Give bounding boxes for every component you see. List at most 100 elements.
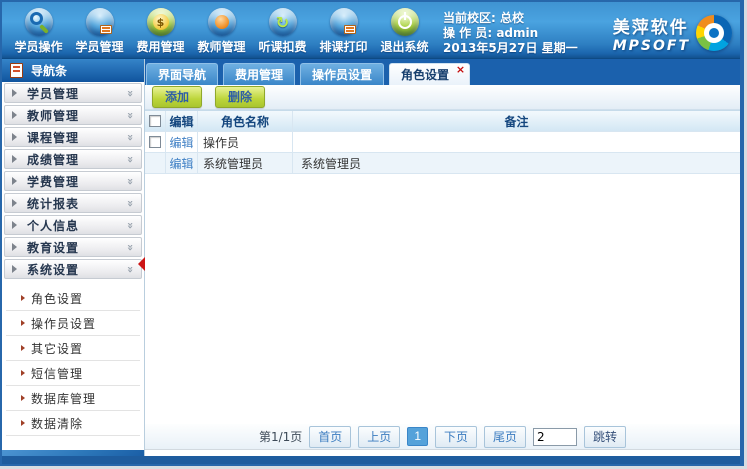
table-header-row: 编辑 角色名称 备注 xyxy=(145,110,740,132)
sidebar-item-statistics-report[interactable]: 统计报表 » xyxy=(4,193,142,213)
chevron-double-icon: » xyxy=(124,155,137,162)
toolbar-item-fee-manage[interactable]: $ 费用管理 xyxy=(130,6,191,58)
edit-link[interactable]: 编辑 xyxy=(169,134,193,151)
current-operator: 操 作 员: admin xyxy=(443,26,578,41)
toolbar-item-student-operate[interactable]: 学员操作 xyxy=(8,6,69,58)
tab-fee-manage[interactable]: 费用管理 xyxy=(223,63,295,85)
table-row: 编辑 操作员 xyxy=(145,132,740,153)
jump-page-input[interactable] xyxy=(533,428,577,446)
arrow-right-icon xyxy=(21,345,25,351)
sidebar-subitem-operator-settings[interactable]: 操作员设置 xyxy=(6,311,140,336)
student-manage-icon xyxy=(86,8,114,36)
row-checkbox[interactable] xyxy=(149,136,161,148)
action-toolbar: 添加 删除 xyxy=(145,85,740,110)
row-check-cell xyxy=(145,153,166,173)
sidebar-item-tuition-manage[interactable]: 学费管理 » xyxy=(4,171,142,191)
attend-deduct-icon: ↻ xyxy=(269,8,297,36)
brand-name-en: MPSOFT xyxy=(613,38,690,54)
arrow-right-icon xyxy=(12,265,17,273)
last-page-button[interactable]: 尾页 xyxy=(484,426,526,448)
arrow-right-icon xyxy=(21,320,25,326)
edit-cell: 编辑 xyxy=(166,153,198,173)
arrow-right-icon xyxy=(21,370,25,376)
sidebar-subitem-role-settings[interactable]: 角色设置 xyxy=(6,286,140,311)
arrow-right-icon xyxy=(12,177,17,185)
sidebar-item-education-settings[interactable]: 教育设置 » xyxy=(4,237,142,257)
current-page-button[interactable]: 1 xyxy=(407,427,428,446)
tab-interface-nav[interactable]: 界面导航 xyxy=(146,63,218,85)
edit-link[interactable]: 编辑 xyxy=(169,155,193,172)
delete-button[interactable]: 删除 xyxy=(215,86,265,108)
first-page-button[interactable]: 首页 xyxy=(309,426,351,448)
session-info: 当前校区: 总校 操 作 员: admin 2013年5月27日 星期一 xyxy=(443,2,578,58)
arrow-right-icon xyxy=(12,89,17,97)
sidebar-item-score-manage[interactable]: 成绩管理 » xyxy=(4,149,142,169)
edit-column-header: 编辑 xyxy=(166,111,198,131)
toolbar-item-teacher-manage[interactable]: 教师管理 xyxy=(191,6,252,58)
select-all-cell xyxy=(145,111,166,131)
toolbar-item-label: 费用管理 xyxy=(136,38,184,55)
arrow-right-icon xyxy=(21,395,25,401)
toolbar-item-logout[interactable]: 退出系统 xyxy=(374,6,435,58)
fee-manage-icon: $ xyxy=(147,8,175,36)
sidebar-item-system-settings[interactable]: 系统设置 » xyxy=(4,259,142,279)
toolbar-item-label: 教师管理 xyxy=(197,38,245,55)
remark-cell: 系统管理员 xyxy=(293,153,740,173)
table-empty-area xyxy=(145,174,740,424)
top-header: 学员操作 学员管理 $ 费用管理 教师管理 ↻ 听课扣费 xyxy=(2,2,740,59)
sidebar-subitem-data-clear[interactable]: 数据清除 xyxy=(6,411,140,436)
chevron-double-icon: » xyxy=(124,177,137,184)
arrow-right-icon xyxy=(21,420,25,426)
sidebar-background xyxy=(2,450,144,456)
main-area: 导航条 学员管理 » 教师管理 » 课程管理 » xyxy=(2,59,740,456)
select-all-checkbox[interactable] xyxy=(149,115,161,127)
page-info: 第1/1页 xyxy=(259,428,302,445)
arrow-right-icon xyxy=(12,155,17,163)
tab-operator-settings[interactable]: 操作员设置 xyxy=(300,63,384,85)
add-button[interactable]: 添加 xyxy=(152,86,202,108)
header-toolbar: 学员操作 学员管理 $ 费用管理 教师管理 ↻ 听课扣费 xyxy=(2,2,435,58)
toolbar-item-label: 听课扣费 xyxy=(258,38,306,55)
sidebar-title: 导航条 xyxy=(31,62,67,79)
sidebar-item-teacher-manage[interactable]: 教师管理 » xyxy=(4,105,142,125)
edit-cell: 编辑 xyxy=(166,132,198,152)
tab-role-settings[interactable]: 角色设置 × xyxy=(389,63,470,85)
prev-page-button[interactable]: 上页 xyxy=(358,426,400,448)
toolbar-item-attend-deduct[interactable]: ↻ 听课扣费 xyxy=(252,6,313,58)
chevron-double-icon: » xyxy=(124,89,137,96)
role-name-cell: 系统管理员 xyxy=(198,153,293,173)
sidebar-item-personal-info[interactable]: 个人信息 » xyxy=(4,215,142,235)
toolbar-item-schedule-print[interactable]: 排课打印 xyxy=(313,6,374,58)
remark-cell xyxy=(293,132,740,152)
brand-logo-text: 美萍软件 MPSOFT xyxy=(613,13,690,54)
next-page-button[interactable]: 下页 xyxy=(435,426,477,448)
current-date: 2013年5月27日 星期一 xyxy=(443,41,578,56)
toolbar-item-student-manage[interactable]: 学员管理 xyxy=(69,6,130,58)
role-table: 编辑 角色名称 备注 编辑 操作员 xyxy=(145,110,740,174)
chevron-double-icon: » xyxy=(124,265,137,272)
jump-button[interactable]: 跳转 xyxy=(584,426,626,448)
sidebar-subitem-database-manage[interactable]: 数据库管理 xyxy=(6,386,140,411)
teacher-manage-icon xyxy=(208,8,236,36)
chevron-double-icon: » xyxy=(124,199,137,206)
close-icon[interactable]: × xyxy=(456,64,465,75)
toolbar-item-label: 学员操作 xyxy=(14,38,62,55)
role-name-cell: 操作员 xyxy=(198,132,293,152)
tab-bar: 界面导航 费用管理 操作员设置 角色设置 × xyxy=(145,59,740,85)
sidebar-subitem-other-settings[interactable]: 其它设置 xyxy=(6,336,140,361)
brand-logo: 美萍软件 MPSOFT xyxy=(613,2,740,58)
chevron-double-icon: » xyxy=(124,243,137,250)
sidebar-item-student-manage[interactable]: 学员管理 » xyxy=(4,83,142,103)
sidebar-subitem-sms-manage[interactable]: 短信管理 xyxy=(6,361,140,386)
current-campus: 当前校区: 总校 xyxy=(443,11,578,26)
arrow-right-icon xyxy=(12,133,17,141)
navigation-icon xyxy=(10,63,23,78)
application-window: 学员操作 学员管理 $ 费用管理 教师管理 ↻ 听课扣费 xyxy=(0,0,747,469)
toolbar-item-label: 学员管理 xyxy=(75,38,123,55)
schedule-print-icon xyxy=(330,8,358,36)
main-window: 学员操作 学员管理 $ 费用管理 教师管理 ↻ 听课扣费 xyxy=(0,0,744,466)
sidebar-header: 导航条 xyxy=(2,59,144,82)
sidebar-item-course-manage[interactable]: 课程管理 » xyxy=(4,127,142,147)
chevron-double-icon: » xyxy=(124,221,137,228)
chevron-double-icon: » xyxy=(124,111,137,118)
